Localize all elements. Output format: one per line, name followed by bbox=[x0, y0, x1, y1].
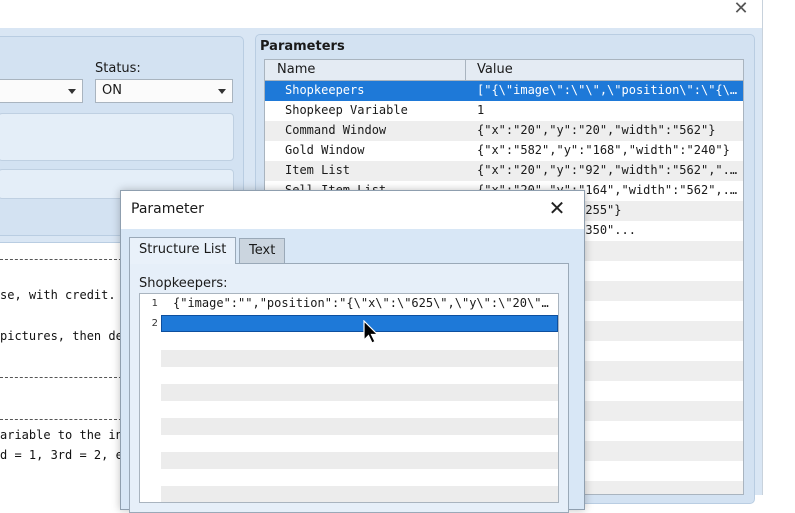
list-item-selected[interactable] bbox=[161, 315, 558, 332]
list-item-empty[interactable] bbox=[161, 418, 558, 435]
help-line: se, with credit. bbox=[0, 288, 116, 302]
parameter-dialog: Parameter ✕ Structure List Text Shopkeep… bbox=[120, 190, 585, 513]
parameter-row[interactable]: Shopkeep Variable 1 bbox=[265, 101, 743, 121]
parameter-value: {"x":"582","y":"168","width":"240"} bbox=[477, 143, 730, 157]
status-combo[interactable]: ON bbox=[95, 79, 233, 103]
list-item-empty[interactable] bbox=[161, 384, 558, 401]
list-item-empty[interactable] bbox=[161, 350, 558, 367]
list-item[interactable]: {"image":"","position":"{\"x\":\"625\",\… bbox=[161, 296, 558, 313]
parameter-row[interactable]: Command Window {"x":"20","y":"20","width… bbox=[265, 121, 743, 141]
parameter-name: Shopkeep Variable bbox=[285, 103, 408, 117]
parameter-value: {"x":"20","y":"92","width":"562","... bbox=[477, 163, 739, 177]
shopkeepers-list[interactable]: 1 2 {"image":"","position":"{\"x\":\"625… bbox=[139, 293, 559, 503]
tab-text[interactable]: Text bbox=[239, 238, 286, 263]
list-item-empty[interactable] bbox=[161, 333, 558, 350]
chevron-down-icon bbox=[68, 89, 76, 94]
parameter-row[interactable]: Gold Window {"x":"582","y":"168","width"… bbox=[265, 141, 743, 161]
column-header-name[interactable]: Name bbox=[277, 62, 315, 77]
close-icon[interactable]: ✕ bbox=[546, 196, 568, 220]
parameter-name: Command Window bbox=[285, 123, 387, 137]
list-item-empty[interactable] bbox=[161, 367, 558, 384]
plugin-name-combo[interactable] bbox=[0, 79, 83, 103]
parameter-value: {"x":"20","y":"20","width":"562"} bbox=[477, 123, 716, 137]
list-item-empty[interactable] bbox=[161, 452, 558, 469]
main-close-icon[interactable]: ✕ bbox=[730, 0, 752, 20]
column-separator[interactable] bbox=[465, 60, 466, 81]
window-title-strip bbox=[0, 0, 762, 28]
list-item-empty[interactable] bbox=[161, 469, 558, 486]
desktop-background bbox=[762, 0, 795, 495]
list-item-empty[interactable] bbox=[161, 435, 558, 452]
status-label: Status: bbox=[95, 61, 141, 76]
parameters-header: Name Value bbox=[265, 60, 743, 81]
line-number: 2 bbox=[151, 318, 158, 329]
tab-structure-list[interactable]: Structure List bbox=[129, 237, 237, 264]
column-header-value[interactable]: Value bbox=[477, 62, 513, 77]
status-value: ON bbox=[102, 83, 122, 98]
chevron-down-icon bbox=[218, 89, 226, 94]
parameter-row[interactable]: Item List {"x":"20","y":"92","width":"56… bbox=[265, 161, 743, 181]
parameter-name: Item List bbox=[285, 163, 351, 177]
parameters-title: Parameters bbox=[260, 39, 345, 54]
list-item-value: {"image":"","position":"{\"x\":\"625\",\… bbox=[173, 296, 553, 310]
line-number: 1 bbox=[151, 298, 158, 309]
dialog-title: Parameter bbox=[131, 201, 204, 217]
dialog-titlebar[interactable]: Parameter ✕ bbox=[121, 191, 584, 229]
description-box bbox=[0, 113, 234, 161]
parameter-value: 1 bbox=[477, 103, 485, 117]
help-line: ariable to the ind bbox=[0, 428, 131, 442]
parameter-name: Gold Window bbox=[285, 143, 365, 157]
help-line: d = 1, 3rd = 2, et bbox=[0, 448, 131, 462]
parameter-name: Shopkeepers bbox=[285, 83, 365, 97]
parameter-row-shopkeepers[interactable]: Shopkeepers ["{\"image\":\"\",\"position… bbox=[265, 81, 743, 101]
help-line: pictures, then def bbox=[0, 329, 131, 343]
mouse-cursor-icon bbox=[363, 320, 379, 344]
shopkeepers-label: Shopkeepers: bbox=[139, 276, 228, 291]
list-item-empty[interactable] bbox=[161, 401, 558, 418]
parameter-value: ["{\"image\":\"\",\"position\":\"{\\"... bbox=[477, 83, 739, 97]
